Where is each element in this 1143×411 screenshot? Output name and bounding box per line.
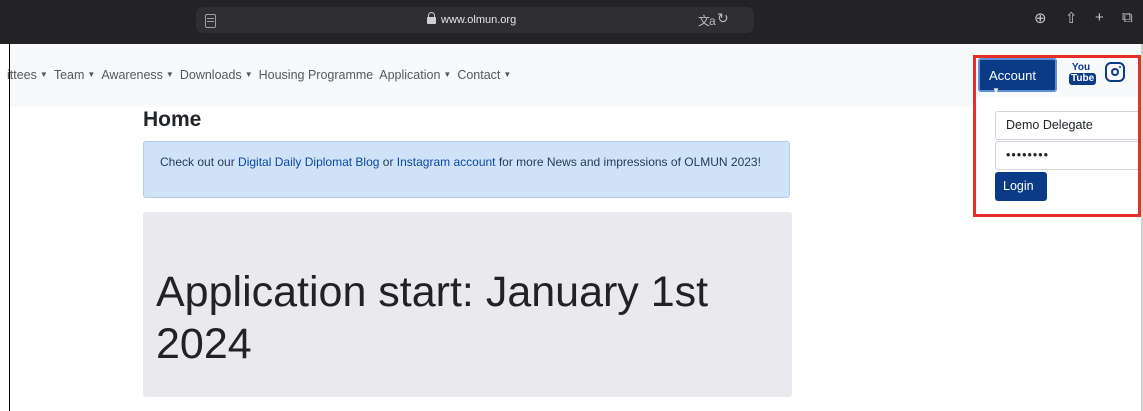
nav-item-contact[interactable]: Contact ▼ [457, 68, 511, 82]
info-alert: Check out our Digital Daily Diplomat Blo… [143, 141, 790, 198]
nav-item-downloads[interactable]: Downloads ▼ [180, 68, 253, 82]
jumbotron-heading: Application start: January 1st 2024 [156, 268, 709, 368]
tabs-overview-icon[interactable]: ⧉ [1122, 9, 1133, 26]
digital-daily-diplomat-link[interactable]: Digital Daily Diplomat Blog [238, 155, 379, 169]
page-title: Home [143, 108, 202, 131]
caret-down-icon: ▼ [39, 70, 48, 79]
jumbotron: Application start: January 1st 2024 [143, 212, 792, 397]
translate-icon[interactable]: ⽂a [698, 12, 716, 29]
nav-links: ittees ▼ Team ▼ Awareness ▼ Downloads ▼ Hous… [7, 68, 511, 82]
nav-item-committees[interactable]: ittees ▼ [7, 68, 48, 82]
download-icon[interactable]: ⊕ [1034, 9, 1047, 27]
nav-item-application[interactable]: Application ▼ [379, 68, 451, 82]
lock-icon [427, 12, 436, 24]
caret-down-icon: ▼ [503, 70, 512, 79]
alert-text-middle: or [379, 155, 397, 169]
alert-text-suffix: for more News and impressions of OLMUN 2… [495, 155, 761, 169]
nav-item-team[interactable]: Team ▼ [54, 68, 96, 82]
share-icon[interactable]: ⇧ [1065, 9, 1078, 27]
new-tab-icon[interactable]: + [1095, 9, 1104, 26]
nav-item-housing-programme[interactable]: Housing Programme [259, 68, 374, 82]
caret-down-icon: ▼ [87, 70, 96, 79]
reload-icon[interactable]: ↻ [717, 10, 729, 27]
nav-item-awareness[interactable]: Awareness ▼ [101, 68, 174, 82]
caret-down-icon: ▼ [244, 70, 253, 79]
caret-down-icon: ▼ [165, 70, 174, 79]
caret-down-icon: ▼ [443, 70, 452, 79]
annotation-highlight-box [973, 55, 1141, 217]
browser-toolbar [0, 0, 1143, 44]
alert-text-prefix: Check out our [160, 155, 239, 169]
sidebar-icon[interactable] [205, 14, 216, 28]
url-text[interactable]: www.olmun.org [441, 14, 516, 26]
instagram-account-link[interactable]: Instagram account [397, 155, 496, 169]
window-edge [0, 44, 10, 411]
